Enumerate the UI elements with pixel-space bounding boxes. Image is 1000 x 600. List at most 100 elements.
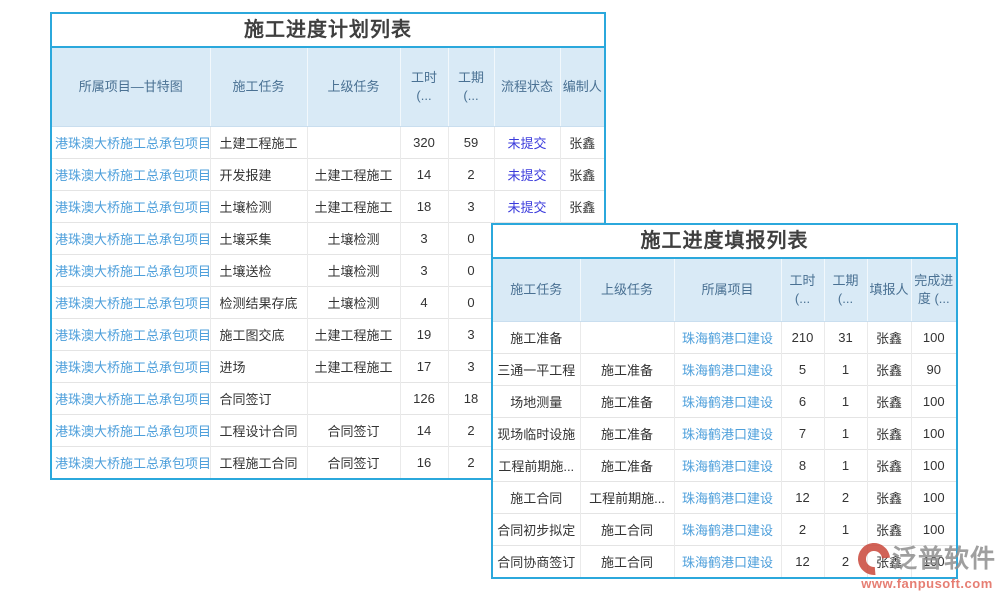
cell-parent: 合同签订 bbox=[307, 446, 400, 478]
cell-status[interactable]: 未提交 bbox=[494, 126, 560, 158]
cell-project[interactable]: 港珠澳大桥施工总承包项目 bbox=[52, 318, 210, 350]
cell-progress: 100 bbox=[911, 545, 956, 577]
cell-parent: 施工准备 bbox=[580, 417, 674, 449]
table-row: 港珠澳大桥施工总承包项目开发报建土建工程施工142未提交张鑫 bbox=[52, 158, 604, 190]
cell-parent: 土壤检测 bbox=[307, 222, 400, 254]
table-row: 工程前期施...施工准备珠海鹤港口建设81张鑫100 bbox=[493, 449, 956, 481]
cell-hours: 210 bbox=[781, 321, 824, 353]
cell-task: 开发报建 bbox=[210, 158, 307, 190]
cell-duration: 3 bbox=[448, 350, 494, 382]
cell-progress: 100 bbox=[911, 417, 956, 449]
cell-duration: 2 bbox=[824, 545, 867, 577]
cell-project[interactable]: 港珠澳大桥施工总承包项目 bbox=[52, 158, 210, 190]
cell-hours: 14 bbox=[400, 158, 448, 190]
cell-author: 张鑫 bbox=[560, 126, 604, 158]
fill-table-grid: 施工任务 上级任务 所属项目 工时 (... 工期 (... 填报人 完成进度 … bbox=[493, 259, 956, 577]
cell-hours: 18 bbox=[400, 190, 448, 222]
col-header-flow-status: 流程状态 bbox=[494, 48, 560, 126]
cell-hours: 16 bbox=[400, 446, 448, 478]
cell-progress: 100 bbox=[911, 449, 956, 481]
cell-parent: 土壤检测 bbox=[307, 254, 400, 286]
col-header-parent-task: 上级任务 bbox=[307, 48, 400, 126]
cell-parent: 土建工程施工 bbox=[307, 190, 400, 222]
cell-project[interactable]: 珠海鹤港口建设 bbox=[674, 321, 781, 353]
cell-project[interactable]: 珠海鹤港口建设 bbox=[674, 385, 781, 417]
cell-parent bbox=[580, 321, 674, 353]
col-header-duration: 工期 (... bbox=[448, 48, 494, 126]
cell-reporter: 张鑫 bbox=[867, 513, 911, 545]
cell-project[interactable]: 港珠澳大桥施工总承包项目 bbox=[52, 382, 210, 414]
cell-reporter: 张鑫 bbox=[867, 417, 911, 449]
cell-parent: 工程前期施... bbox=[580, 481, 674, 513]
cell-parent: 土壤检测 bbox=[307, 286, 400, 318]
cell-parent bbox=[307, 382, 400, 414]
cell-hours: 2 bbox=[781, 513, 824, 545]
cell-reporter: 张鑫 bbox=[867, 353, 911, 385]
cell-task: 施工图交底 bbox=[210, 318, 307, 350]
cell-parent: 施工准备 bbox=[580, 353, 674, 385]
table-row: 合同协商签订施工合同珠海鹤港口建设122张鑫100 bbox=[493, 545, 956, 577]
cell-task: 合同协商签订 bbox=[493, 545, 580, 577]
cell-task: 工程设计合同 bbox=[210, 414, 307, 446]
col-header-project: 所属项目 bbox=[674, 259, 781, 321]
cell-duration: 1 bbox=[824, 353, 867, 385]
cell-task: 施工准备 bbox=[493, 321, 580, 353]
cell-task: 土壤送检 bbox=[210, 254, 307, 286]
fill-table-header-row: 施工任务 上级任务 所属项目 工时 (... 工期 (... 填报人 完成进度 … bbox=[493, 259, 956, 321]
cell-duration: 31 bbox=[824, 321, 867, 353]
cell-progress: 100 bbox=[911, 513, 956, 545]
cell-task: 土建工程施工 bbox=[210, 126, 307, 158]
table-row: 三通一平工程施工准备珠海鹤港口建设51张鑫90 bbox=[493, 353, 956, 385]
cell-parent: 土建工程施工 bbox=[307, 318, 400, 350]
cell-project[interactable]: 港珠澳大桥施工总承包项目 bbox=[52, 446, 210, 478]
cell-parent: 合同签订 bbox=[307, 414, 400, 446]
cell-project[interactable]: 港珠澳大桥施工总承包项目 bbox=[52, 414, 210, 446]
cell-task: 场地测量 bbox=[493, 385, 580, 417]
cell-project[interactable]: 珠海鹤港口建设 bbox=[674, 545, 781, 577]
cell-project[interactable]: 珠海鹤港口建设 bbox=[674, 449, 781, 481]
table-row: 施工合同工程前期施...珠海鹤港口建设122张鑫100 bbox=[493, 481, 956, 513]
cell-parent: 施工合同 bbox=[580, 513, 674, 545]
cell-parent: 土建工程施工 bbox=[307, 350, 400, 382]
cell-project[interactable]: 港珠澳大桥施工总承包项目 bbox=[52, 254, 210, 286]
cell-duration: 59 bbox=[448, 126, 494, 158]
cell-hours: 6 bbox=[781, 385, 824, 417]
cell-project[interactable]: 港珠澳大桥施工总承包项目 bbox=[52, 286, 210, 318]
col-header-progress: 完成进度 (... bbox=[911, 259, 956, 321]
cell-progress: 100 bbox=[911, 385, 956, 417]
cell-project[interactable]: 珠海鹤港口建设 bbox=[674, 481, 781, 513]
cell-author: 张鑫 bbox=[560, 190, 604, 222]
cell-hours: 4 bbox=[400, 286, 448, 318]
cell-duration: 3 bbox=[448, 318, 494, 350]
cell-task: 现场临时设施 bbox=[493, 417, 580, 449]
fill-table-title: 施工进度填报列表 bbox=[493, 225, 956, 259]
cell-project[interactable]: 珠海鹤港口建设 bbox=[674, 353, 781, 385]
col-header-hours: 工时 (... bbox=[400, 48, 448, 126]
cell-progress: 90 bbox=[911, 353, 956, 385]
cell-project[interactable]: 珠海鹤港口建设 bbox=[674, 417, 781, 449]
cell-hours: 17 bbox=[400, 350, 448, 382]
cell-reporter: 张鑫 bbox=[867, 449, 911, 481]
cell-project[interactable]: 珠海鹤港口建设 bbox=[674, 513, 781, 545]
cell-duration: 0 bbox=[448, 254, 494, 286]
cell-duration: 1 bbox=[824, 417, 867, 449]
cell-parent bbox=[307, 126, 400, 158]
cell-hours: 126 bbox=[400, 382, 448, 414]
cell-reporter: 张鑫 bbox=[867, 481, 911, 513]
cell-hours: 12 bbox=[781, 481, 824, 513]
cell-parent: 施工合同 bbox=[580, 545, 674, 577]
cell-duration: 1 bbox=[824, 385, 867, 417]
cell-status[interactable]: 未提交 bbox=[494, 190, 560, 222]
cell-project[interactable]: 港珠澳大桥施工总承包项目 bbox=[52, 126, 210, 158]
cell-project[interactable]: 港珠澳大桥施工总承包项目 bbox=[52, 222, 210, 254]
cell-hours: 8 bbox=[781, 449, 824, 481]
cell-status[interactable]: 未提交 bbox=[494, 158, 560, 190]
col-header-hours: 工时 (... bbox=[781, 259, 824, 321]
cell-hours: 3 bbox=[400, 222, 448, 254]
col-header-task: 施工任务 bbox=[210, 48, 307, 126]
cell-project[interactable]: 港珠澳大桥施工总承包项目 bbox=[52, 350, 210, 382]
cell-task: 工程前期施... bbox=[493, 449, 580, 481]
cell-reporter: 张鑫 bbox=[867, 321, 911, 353]
cell-task: 进场 bbox=[210, 350, 307, 382]
cell-project[interactable]: 港珠澳大桥施工总承包项目 bbox=[52, 190, 210, 222]
